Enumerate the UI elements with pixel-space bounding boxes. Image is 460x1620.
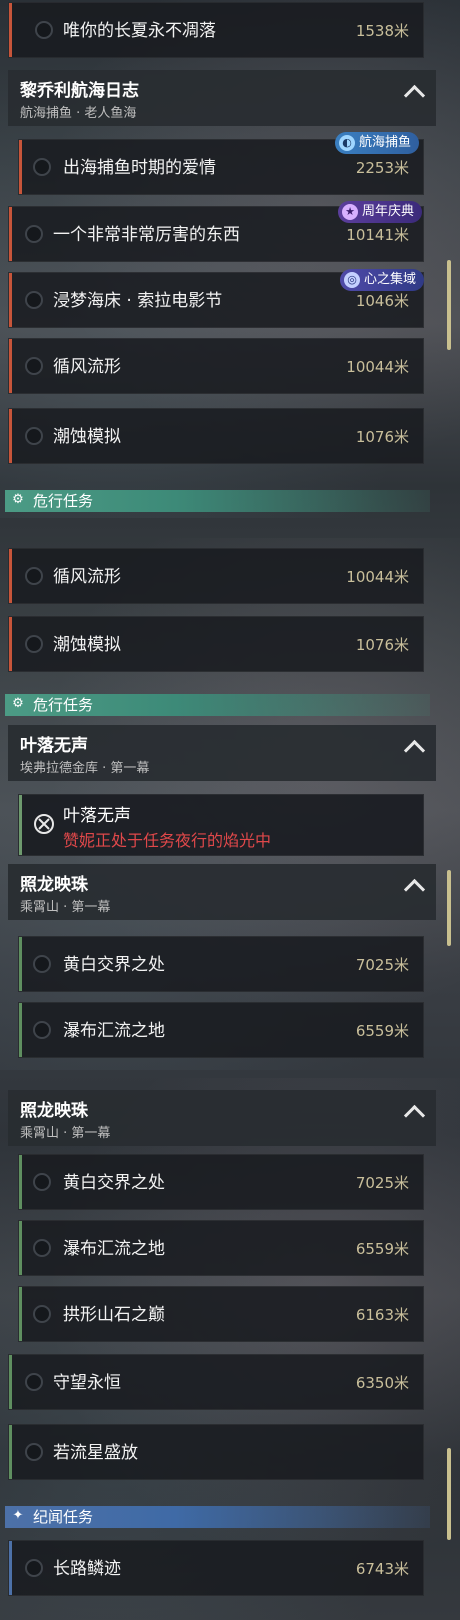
radio-button[interactable] xyxy=(33,158,51,176)
quest-row[interactable]: 黄白交界之处 7025米 xyxy=(18,936,424,992)
quest-row[interactable]: 循风流形 10044米 xyxy=(8,548,424,604)
section-header: ⚙ 危行任务 xyxy=(5,694,430,716)
group-title: 黎乔利航海日志 xyxy=(20,81,139,101)
quest-distance: 6559米 xyxy=(355,1240,409,1258)
chevron-up-icon[interactable] xyxy=(403,739,426,762)
section-header: ✦ 纪闻任务 xyxy=(5,1506,430,1528)
quest-group-header[interactable]: 黎乔利航海日志 航海捕鱼 · 老人鱼海 xyxy=(8,70,436,126)
notice-message: 赞妮正处于任务夜行的焰光中 xyxy=(63,831,272,850)
event-badge: ◐ 航海捕鱼 xyxy=(335,132,420,154)
group-title: 照龙映珠 xyxy=(20,1101,88,1121)
quest-blocked-notice: 叶落无声 赞妮正处于任务夜行的焰光中 xyxy=(18,794,424,856)
radio-button[interactable] xyxy=(25,567,43,585)
quest-row[interactable]: 黄白交界之处 7025米 xyxy=(18,1154,424,1210)
quest-row[interactable]: 瀑布汇流之地 6559米 xyxy=(18,1002,424,1058)
group-subtitle: 航海捕鱼 · 老人鱼海 xyxy=(20,106,137,121)
group-subtitle: 乘霄山 · 第一幕 xyxy=(20,1126,111,1141)
quest-row[interactable]: 守望永恒 6350米 xyxy=(8,1354,424,1410)
radio-button[interactable] xyxy=(33,1305,51,1323)
radio-button[interactable] xyxy=(25,1373,43,1391)
scrollbar[interactable] xyxy=(447,260,451,350)
radio-button[interactable] xyxy=(33,1239,51,1257)
screenshot-segment-3: 照龙映珠 乘霄山 · 第一幕 黄白交界之处 7025米 瀑布汇流之地 6559米… xyxy=(0,1078,460,1620)
quest-title: 瀑布汇流之地 xyxy=(63,1021,165,1041)
quest-title: 瀑布汇流之地 xyxy=(63,1239,165,1259)
fish-icon: ◐ xyxy=(339,135,355,151)
quest-distance: 7025米 xyxy=(355,956,409,974)
quest-distance: 1538米 xyxy=(355,22,409,40)
scrollbar[interactable] xyxy=(447,870,451,946)
radio-button[interactable] xyxy=(25,635,43,653)
quest-title: 潮蚀模拟 xyxy=(53,427,121,447)
scrollbar[interactable] xyxy=(447,1448,451,1540)
quest-title: 唯你的长夏永不凋落 xyxy=(63,21,216,41)
radio-button[interactable] xyxy=(33,1021,51,1039)
quest-row[interactable]: 潮蚀模拟 1076米 xyxy=(8,408,424,464)
section-label: 危行任务 xyxy=(33,492,94,510)
quest-distance: 6163米 xyxy=(355,1306,409,1324)
quest-distance: 7025米 xyxy=(355,1174,409,1192)
quest-distance: 10044米 xyxy=(346,358,409,376)
quest-distance: 6743米 xyxy=(355,1560,409,1578)
quest-title: 若流星盛放 xyxy=(53,1443,138,1463)
radio-button[interactable] xyxy=(33,955,51,973)
radio-button[interactable] xyxy=(25,1559,43,1577)
quest-distance: 6559米 xyxy=(355,1022,409,1040)
section-label: 纪闻任务 xyxy=(33,1508,94,1526)
section-header: ⚙ 危行任务 xyxy=(5,490,430,512)
quest-title: 一个非常非常厉害的东西 xyxy=(53,225,240,245)
quest-title: 潮蚀模拟 xyxy=(53,635,121,655)
quest-title: 黄白交界之处 xyxy=(63,1173,165,1193)
event-badge: ◎ 心之集域 xyxy=(340,269,425,291)
radio-button[interactable] xyxy=(25,291,43,309)
group-subtitle: 埃弗拉德金库 · 第一幕 xyxy=(20,761,150,776)
quest-title: 长路鳞迹 xyxy=(53,1559,121,1579)
chevron-up-icon[interactable] xyxy=(403,84,426,107)
quest-title: 浸梦海床 · 索拉电影节 xyxy=(53,291,223,311)
radio-button[interactable] xyxy=(25,1443,43,1461)
notice-title: 叶落无声 xyxy=(63,806,131,826)
chevron-up-icon[interactable] xyxy=(403,878,426,901)
anniversary-icon: ★ xyxy=(342,204,358,220)
group-title: 叶落无声 xyxy=(20,736,88,756)
chevron-up-icon[interactable] xyxy=(403,1104,426,1127)
radio-button[interactable] xyxy=(35,21,53,39)
quest-group-header[interactable]: 照龙映珠 乘霄山 · 第一幕 xyxy=(8,864,436,920)
quest-row[interactable]: 长路鳞迹 6743米 xyxy=(8,1540,424,1596)
quest-title: 循风流形 xyxy=(53,567,121,587)
radio-button[interactable] xyxy=(25,357,43,375)
quest-title: 黄白交界之处 xyxy=(63,955,165,975)
group-title: 照龙映珠 xyxy=(20,875,88,895)
quest-row[interactable]: 潮蚀模拟 1076米 xyxy=(8,616,424,672)
quest-row[interactable]: 若流星盛放 xyxy=(8,1424,424,1480)
forbidden-icon xyxy=(34,814,54,834)
radio-button[interactable] xyxy=(25,225,43,243)
quest-distance: 1076米 xyxy=(355,636,409,654)
group-subtitle: 乘霄山 · 第一幕 xyxy=(20,900,111,915)
quest-title: 循风流形 xyxy=(53,357,121,377)
radio-button[interactable] xyxy=(25,427,43,445)
quest-group-header[interactable]: 叶落无声 埃弗拉德金库 · 第一幕 xyxy=(8,725,436,781)
quest-distance: 10044米 xyxy=(346,568,409,586)
quest-distance: 6350米 xyxy=(355,1374,409,1392)
quest-title: 出海捕鱼时期的爱情 xyxy=(63,158,216,178)
quest-title: 守望永恒 xyxy=(53,1373,121,1393)
gear-icon: ⚙ xyxy=(12,492,24,507)
quest-row[interactable]: 瀑布汇流之地 6559米 xyxy=(18,1220,424,1276)
screenshot-segment-1: 唯你的长夏永不凋落 1538米 黎乔利航海日志 航海捕鱼 · 老人鱼海 出海捕鱼… xyxy=(0,0,460,518)
quest-title: 拱形山石之巅 xyxy=(63,1305,165,1325)
sparkle-icon: ✦ xyxy=(12,1508,24,1523)
event-badge: ★ 周年庆典 xyxy=(338,201,423,223)
gear-icon: ⚙ xyxy=(12,696,24,711)
quest-row[interactable]: 拱形山石之巅 6163米 xyxy=(18,1286,424,1342)
section-label: 危行任务 xyxy=(33,696,94,714)
radio-button[interactable] xyxy=(33,1173,51,1191)
swirl-icon: ◎ xyxy=(344,272,360,288)
quest-distance: 1076米 xyxy=(355,428,409,446)
quest-row[interactable]: 循风流形 10044米 xyxy=(8,338,424,394)
quest-row[interactable]: 唯你的长夏永不凋落 1538米 xyxy=(8,2,424,58)
screenshot-segment-2: 循风流形 10044米 潮蚀模拟 1076米 ⚙ 危行任务 叶落无声 埃弗拉德金… xyxy=(0,538,460,1070)
quest-group-header[interactable]: 照龙映珠 乘霄山 · 第一幕 xyxy=(8,1090,436,1146)
